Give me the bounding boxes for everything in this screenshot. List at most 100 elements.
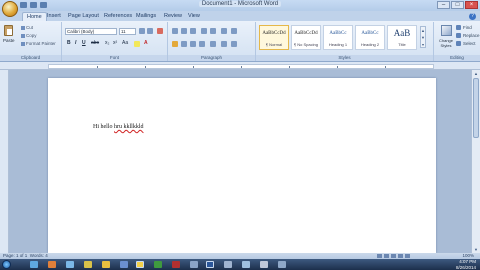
draft-icon[interactable]	[405, 254, 410, 258]
font-size-combo[interactable]: 11	[119, 28, 136, 35]
document-page[interactable]: Hi hello hru kkllkkld	[48, 78, 436, 253]
italic-button[interactable]: I	[75, 40, 76, 46]
align-right-icon[interactable]	[190, 41, 196, 47]
find-button[interactable]: Find	[456, 25, 472, 30]
multilevel-list-icon[interactable]	[190, 28, 196, 34]
tab-mailings[interactable]: Mailings	[132, 12, 160, 21]
vertical-ruler[interactable]	[0, 70, 9, 253]
tab-insert[interactable]: Insert	[43, 12, 65, 21]
explorer-icon[interactable]	[30, 261, 38, 268]
tab-references[interactable]: References	[100, 12, 136, 21]
bullets-icon[interactable]	[172, 28, 178, 34]
word-count[interactable]: Words: 4	[30, 253, 48, 258]
app-icon-3[interactable]	[154, 261, 162, 268]
tab-page-layout[interactable]: Page Layout	[64, 12, 103, 21]
bold-button[interactable]: B	[67, 40, 71, 46]
app-icon-4[interactable]	[172, 261, 180, 268]
copy-button[interactable]: Copy	[21, 33, 37, 38]
scroll-thumb[interactable]	[473, 78, 479, 138]
maximize-button[interactable]: □	[451, 1, 464, 9]
tab-view[interactable]: View	[184, 12, 204, 21]
spelling-error-text[interactable]: hru kkllkkld	[114, 124, 144, 130]
strikethrough-button[interactable]: abc	[91, 40, 99, 46]
increase-indent-icon[interactable]	[210, 28, 216, 34]
app-icon-5[interactable]	[190, 261, 198, 268]
align-left-icon[interactable]	[172, 41, 178, 47]
clock-date[interactable]: 8/26/2014	[456, 265, 476, 270]
minimize-button[interactable]: –	[437, 1, 450, 9]
styles-scroll[interactable]: ▲ ▼ ▾	[420, 26, 426, 48]
editing-label: Editing	[434, 55, 480, 61]
shrink-font-icon[interactable]	[147, 28, 153, 34]
app-icon-2[interactable]	[120, 261, 128, 268]
borders-icon[interactable]	[231, 41, 237, 47]
format-painter-button[interactable]: Format Painter	[21, 41, 56, 46]
web-layout-icon[interactable]	[391, 254, 396, 258]
clipboard-group: Paste Cut Copy Format Painter Clipboard	[0, 22, 62, 61]
style-no-spacing[interactable]: AaBbCcDd ¶ No Spacing	[291, 25, 321, 50]
style-heading-1[interactable]: AaBbCc Heading 1	[323, 25, 353, 50]
close-button[interactable]: ×	[465, 1, 478, 9]
app-icon-8[interactable]	[260, 261, 268, 268]
numbering-icon[interactable]	[181, 28, 187, 34]
editing-group: Change Styles Find Replace Select Editin…	[434, 22, 480, 61]
grow-font-icon[interactable]	[139, 28, 145, 34]
select-button[interactable]: Select	[456, 41, 476, 46]
copy-icon	[21, 33, 25, 38]
folder-icon[interactable]	[66, 261, 74, 268]
align-center-icon[interactable]	[181, 41, 187, 47]
title-bar: Document1 - Microsoft Word – □ ×	[0, 0, 480, 17]
change-styles-button[interactable]: Change Styles	[436, 38, 456, 48]
vertical-scrollbar[interactable]: ▲ ▼	[471, 70, 480, 253]
full-screen-reading-icon[interactable]	[384, 254, 389, 258]
line-spacing-icon[interactable]	[210, 41, 216, 47]
app-icon-6[interactable]	[224, 261, 232, 268]
page-count[interactable]: Page: 1 of 1	[3, 253, 27, 258]
active-app-icon[interactable]	[136, 261, 144, 268]
app-icon-7[interactable]	[242, 261, 250, 268]
paste-button[interactable]: Paste	[3, 38, 15, 43]
clear-format-icon[interactable]	[157, 28, 163, 34]
app-icon-9[interactable]	[278, 261, 286, 268]
tab-review[interactable]: Review	[160, 12, 186, 21]
font-color-button[interactable]: A	[144, 40, 148, 46]
style-heading-2[interactable]: AaBbCc Heading 2	[355, 25, 385, 50]
outline-icon[interactable]	[398, 254, 403, 258]
media-icon[interactable]	[48, 261, 56, 268]
clock-time[interactable]: 4:07 PM	[456, 259, 476, 265]
scroll-up-icon[interactable]: ▲	[473, 71, 479, 76]
start-button[interactable]	[2, 260, 11, 269]
style-title[interactable]: AaB Title	[387, 25, 417, 50]
underline-button[interactable]: U	[82, 40, 86, 46]
show-formatting-icon[interactable]	[231, 28, 237, 34]
paste-icon[interactable]	[4, 25, 13, 36]
word-taskbar-icon[interactable]	[206, 261, 214, 268]
ribbon: Paste Cut Copy Format Painter Clipboard …	[0, 21, 480, 62]
styles-label: Styles	[256, 55, 433, 61]
superscript-button[interactable]: x²	[113, 40, 117, 46]
justify-icon[interactable]	[199, 41, 205, 47]
change-styles-icon[interactable]	[441, 25, 452, 36]
scroll-down-icon[interactable]: ▼	[473, 247, 479, 252]
chrome-icon[interactable]	[102, 261, 110, 268]
decrease-indent-icon[interactable]	[201, 28, 207, 34]
scissors-icon	[21, 25, 25, 30]
window-title: Document1 - Microsoft Word	[198, 1, 282, 7]
help-icon[interactable]: ?	[469, 13, 476, 20]
highlight-icon[interactable]	[134, 41, 140, 47]
font-name-combo[interactable]: Calibri (Body)	[65, 28, 117, 35]
subscript-button[interactable]: x₂	[105, 40, 109, 46]
shading-icon[interactable]	[221, 41, 227, 47]
system-tray: 4:07 PM 8/26/2014	[456, 259, 476, 270]
style-normal[interactable]: AaBbCcDd ¶ Normal	[259, 25, 289, 50]
app-icon[interactable]	[84, 261, 92, 268]
office-button[interactable]	[2, 1, 18, 17]
horizontal-ruler[interactable]	[0, 62, 480, 70]
sort-icon[interactable]	[221, 28, 227, 34]
document-text[interactable]: Hi hello hru kkllkkld	[93, 124, 144, 130]
replace-button[interactable]: Replace	[456, 33, 480, 38]
print-layout-icon[interactable]	[377, 254, 382, 258]
taskbar: 4:07 PM 8/26/2014	[0, 259, 480, 270]
cut-button[interactable]: Cut	[21, 25, 33, 30]
change-case-button[interactable]: Aa	[122, 40, 128, 46]
